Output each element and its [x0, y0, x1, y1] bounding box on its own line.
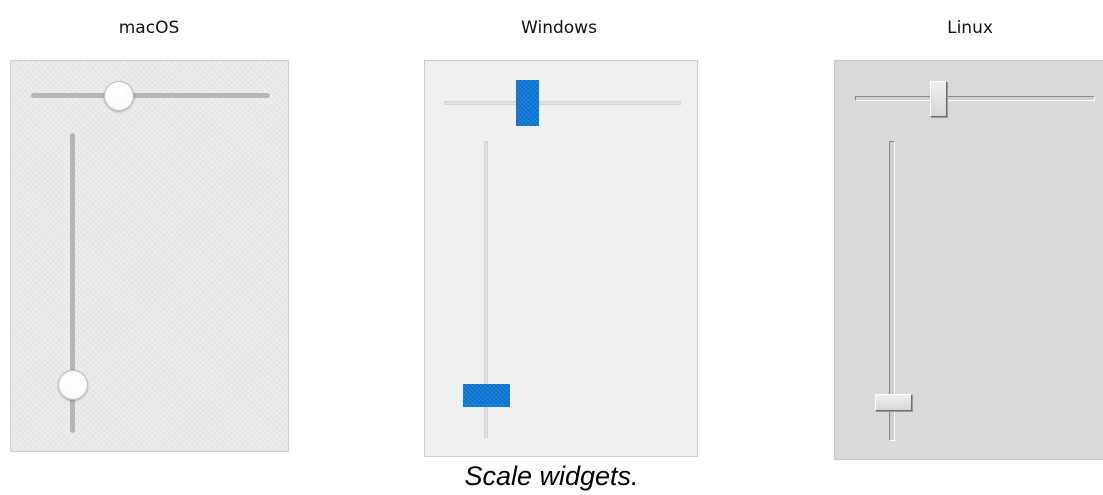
figure-caption: Scale widgets. — [464, 461, 639, 491]
windows-vertical-scale-thumb[interactable] — [463, 384, 510, 407]
linux-horizontal-scale-track[interactable] — [855, 96, 1095, 101]
windows-window-panel — [424, 60, 698, 457]
windows-label: Windows — [521, 18, 597, 38]
macos-horizontal-scale-track[interactable] — [31, 93, 270, 98]
windows-horizontal-scale-track[interactable] — [444, 101, 681, 105]
linux-vertical-scale-thumb[interactable] — [875, 394, 912, 411]
macos-horizontal-scale-knob[interactable] — [104, 81, 134, 111]
macos-label: macOS — [118, 18, 180, 38]
windows-horizontal-scale-thumb[interactable] — [516, 80, 539, 126]
scale-widgets-figure: macOS Windows Linux Scale widgets. — [0, 0, 1103, 495]
linux-label: Linux — [947, 18, 993, 38]
macos-vertical-scale-knob[interactable] — [58, 370, 88, 400]
linux-horizontal-scale-thumb[interactable] — [930, 81, 947, 117]
macos-window-panel — [10, 60, 289, 452]
linux-window-panel — [834, 60, 1103, 460]
